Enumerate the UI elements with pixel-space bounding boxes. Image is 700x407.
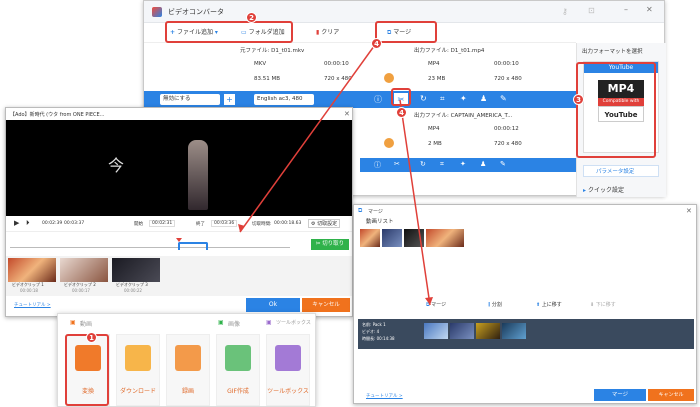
callout-number: 1 — [86, 332, 97, 343]
callout-box-add — [165, 21, 293, 43]
arrow-line — [399, 99, 431, 306]
callout-box-convert — [65, 334, 109, 406]
arrow-head — [425, 297, 433, 305]
callout-number: 3 — [573, 94, 584, 105]
callout-box-cut — [391, 88, 411, 106]
callout-box-merge — [375, 21, 437, 43]
arrow-line — [239, 41, 378, 233]
callout-number: 4 — [371, 38, 382, 49]
callout-number: 4 — [396, 107, 407, 118]
callout-number: 2 — [246, 12, 257, 23]
callout-box-format — [576, 62, 656, 158]
